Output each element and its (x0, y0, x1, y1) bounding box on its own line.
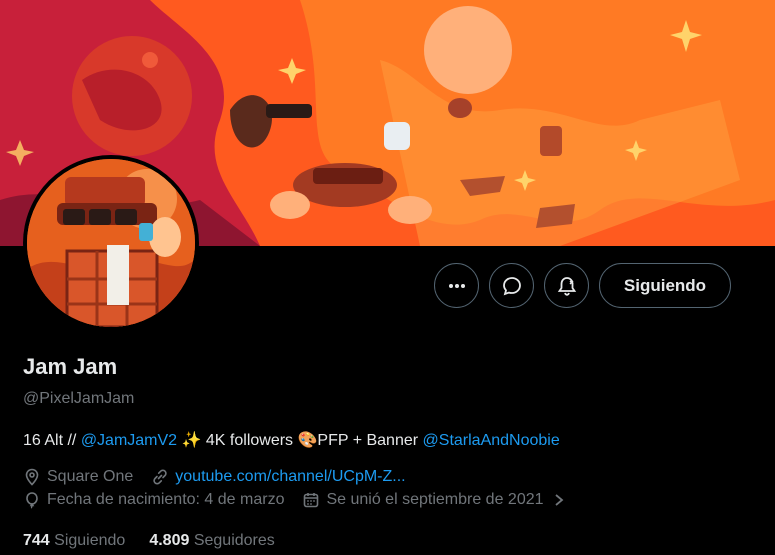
message-button[interactable] (489, 263, 534, 308)
location-item: Square One (23, 468, 133, 486)
more-options-button[interactable] (434, 263, 479, 308)
followers-stat[interactable]: 4.809 Seguidores (149, 532, 274, 550)
calendar-icon (304, 493, 319, 508)
birthday-item: Fecha de nacimiento: 4 de marzo (23, 491, 284, 509)
birthday-text: Fecha de nacimiento: 4 de marzo (47, 491, 285, 508)
website-item[interactable]: youtube.com/channel/UCpM-Z... (151, 468, 406, 486)
profile-handle: @PixelJamJam (23, 390, 135, 407)
message-icon (502, 276, 521, 295)
notifications-button[interactable] (544, 263, 589, 308)
profile-bio: 16 Alt // @JamJamV2 ✨ 4K followers 🎨PFP … (23, 430, 560, 450)
bio-text: 16 Alt // (23, 432, 81, 449)
bio-text: PFP + Banner (317, 432, 423, 449)
profile-avatar[interactable] (23, 155, 199, 331)
bio-mention-link[interactable]: @JamJamV2 (81, 432, 177, 449)
location-text: Square One (47, 468, 134, 485)
palette-emoji: 🎨 (297, 432, 318, 449)
chevron-right-icon (554, 494, 563, 506)
profile-name: Jam Jam (23, 354, 118, 379)
notification-bell-icon (557, 276, 576, 296)
website-link[interactable]: youtube.com/channel/UCpM-Z... (175, 468, 405, 486)
avatar-image (27, 159, 195, 327)
following-label: Siguiendo (54, 532, 126, 549)
profile-meta-row: Fecha de nacimiento: 4 de marzo Se unió … (23, 491, 584, 509)
bio-text: 4K followers (201, 432, 298, 449)
joined-text: Se unió el septiembre de 2021 (326, 491, 544, 508)
following-button[interactable]: Siguiendo (599, 263, 731, 308)
followers-label: Seguidores (193, 532, 275, 549)
profile-meta-row: Square One youtube.com/channel/UCpM-Z... (23, 468, 424, 486)
followers-count: 4.809 (149, 532, 190, 549)
follow-stats: 744 Siguiendo 4.809 Seguidores (23, 532, 299, 550)
following-stat[interactable]: 744 Siguiendo (23, 532, 125, 550)
sparkle-emoji: ✨ (181, 432, 202, 449)
more-icon (448, 283, 465, 288)
link-icon (153, 469, 167, 485)
balloon-icon (26, 492, 38, 509)
following-count: 744 (23, 532, 50, 549)
joined-item[interactable]: Se unió el septiembre de 2021 (302, 491, 565, 509)
bio-mention-link[interactable]: @StarlaAndNoobie (423, 432, 560, 449)
location-pin-icon (25, 468, 39, 486)
